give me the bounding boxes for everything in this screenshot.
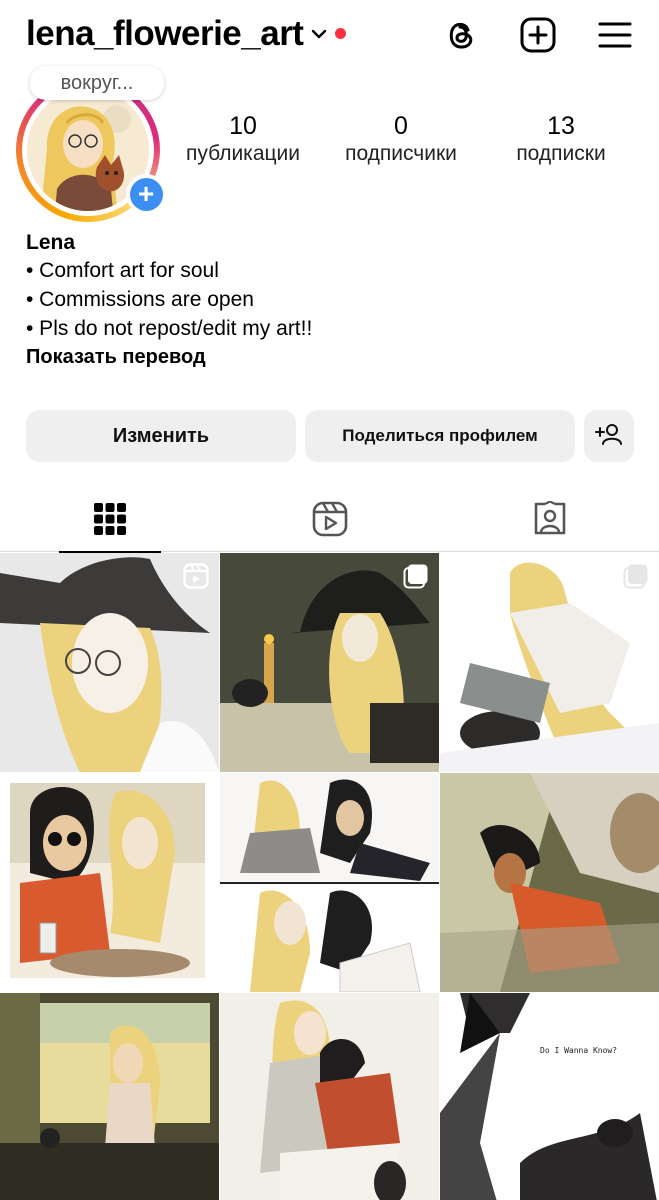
- share-profile-button[interactable]: Поделиться профилем: [305, 410, 575, 462]
- bio-section: Lena • Comfort art for soul • Commission…: [26, 230, 626, 371]
- note-bubble[interactable]: вокруг...: [30, 66, 164, 100]
- tab-reels[interactable]: [220, 490, 439, 552]
- edit-profile-button[interactable]: Изменить: [26, 410, 296, 462]
- stat-posts-count: 10: [229, 112, 257, 140]
- tagged-icon: [532, 499, 568, 542]
- carousel-icon: [623, 563, 649, 589]
- post-tile[interactable]: [0, 993, 219, 1200]
- stat-following-label: подписки: [516, 142, 606, 165]
- display-name: Lena: [26, 231, 76, 254]
- post-tile[interactable]: [440, 773, 659, 992]
- post-tile[interactable]: [440, 553, 659, 772]
- menu-icon[interactable]: [596, 16, 634, 54]
- add-person-icon: [595, 422, 623, 451]
- profile-header: lena_flowerie_art: [0, 0, 659, 70]
- stat-following-count: 13: [547, 112, 575, 140]
- plus-icon: +: [129, 177, 163, 211]
- show-translation-link[interactable]: Показать перевод: [26, 343, 626, 371]
- reels-icon: [312, 501, 348, 542]
- stat-following[interactable]: 13 подписки: [500, 112, 622, 166]
- stat-followers-label: подписчики: [345, 142, 457, 165]
- stat-followers[interactable]: 0 подписчики: [333, 112, 469, 166]
- bio-line: • Comfort art for soul: [26, 259, 219, 282]
- bio-line: • Commissions are open: [26, 288, 254, 311]
- post-caption-text: Do I Wanna Know?: [540, 1046, 617, 1055]
- stat-posts[interactable]: 10 публикации: [178, 112, 308, 166]
- post-tile[interactable]: [0, 773, 219, 992]
- post-tile[interactable]: [220, 553, 439, 772]
- profile-tabs: [0, 490, 659, 553]
- tab-posts-grid[interactable]: [0, 490, 219, 553]
- profile-avatar[interactable]: вокруг... +: [14, 66, 174, 222]
- chevron-down-icon: [311, 29, 327, 39]
- new-post-icon[interactable]: [519, 16, 557, 54]
- discover-people-button[interactable]: [584, 410, 634, 462]
- username-title: lena_flowerie_art: [26, 14, 304, 53]
- bio-line: • Pls do not repost/edit my art!!: [26, 317, 313, 340]
- stat-followers-count: 0: [394, 112, 408, 140]
- account-switcher[interactable]: lena_flowerie_art: [26, 14, 347, 54]
- threads-icon[interactable]: [442, 16, 480, 54]
- post-tile[interactable]: [220, 993, 439, 1200]
- reel-icon: [183, 563, 209, 589]
- post-tile[interactable]: [220, 773, 439, 992]
- notification-dot: [335, 27, 347, 39]
- post-tile[interactable]: Do I Wanna Know?: [440, 993, 659, 1200]
- add-story-button[interactable]: +: [126, 174, 166, 214]
- post-tile[interactable]: [0, 553, 219, 772]
- grid-icon: [93, 502, 127, 541]
- stat-posts-label: публикации: [186, 142, 300, 165]
- carousel-icon: [403, 563, 429, 589]
- tab-tagged[interactable]: [440, 490, 659, 552]
